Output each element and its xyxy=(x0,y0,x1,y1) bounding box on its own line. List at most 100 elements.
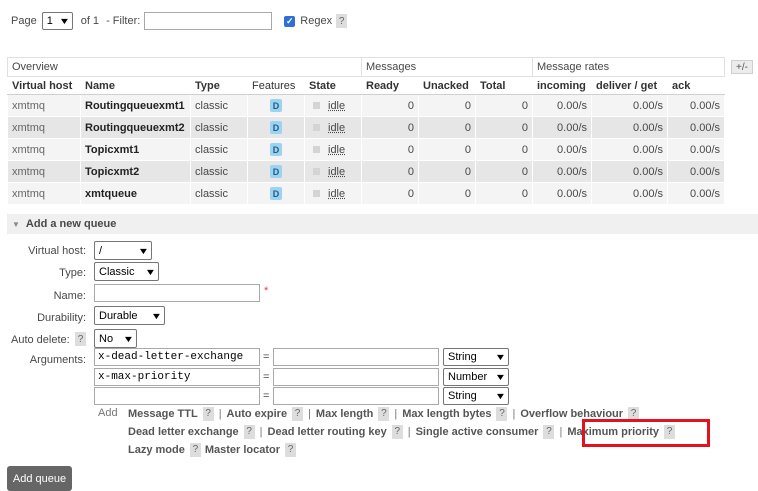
queue-name-link[interactable]: Routingqueuexmt2 xyxy=(80,116,191,139)
argument-key-input[interactable] xyxy=(94,387,260,405)
arg-link-message-ttl[interactable]: Message TTL xyxy=(128,405,198,423)
add-queue-section-header[interactable]: ▼ Add a new queue xyxy=(7,214,758,234)
col-total[interactable]: Total xyxy=(475,76,533,95)
table-row[interactable]: xmtmq Topicxmt2 classic D idle 0 0 0 0.0… xyxy=(7,160,725,183)
separator: | xyxy=(512,408,516,420)
arg-link-lazy-mode[interactable]: Lazy mode xyxy=(128,441,185,459)
cell-total: 0 xyxy=(475,160,533,183)
group-overview: Overview xyxy=(7,57,362,77)
table-row[interactable]: xmtmq xmtqueue classic D idle 0 0 0 0.00… xyxy=(7,182,725,205)
max-length-bytes-help-icon[interactable]: ? xyxy=(496,407,508,421)
cell-state: idle xyxy=(304,160,362,183)
col-ack[interactable]: ack xyxy=(667,76,725,95)
col-name[interactable]: Name xyxy=(80,76,191,95)
arg-link-single-active-consumer[interactable]: Single active consumer xyxy=(416,423,539,441)
col-ready[interactable]: Ready xyxy=(361,76,419,95)
page-select-value: 1 xyxy=(46,15,53,27)
state-indicator-icon xyxy=(313,146,320,154)
virtual-host-select[interactable]: / ▼ xyxy=(94,241,152,260)
dead-letter-exchange-help-icon[interactable]: ? xyxy=(243,425,255,439)
cell-vhost: xmtmq xyxy=(7,94,81,117)
cell-total: 0 xyxy=(475,94,533,117)
page-count: of 1 xyxy=(80,15,100,27)
argument-type-select[interactable]: Number ▼ xyxy=(443,368,509,386)
column-toggle-button[interactable]: +/- xyxy=(731,60,753,74)
arg-link-auto-expire[interactable]: Auto expire xyxy=(227,405,288,423)
cell-unacked: 0 xyxy=(418,116,476,139)
group-messages: Messages xyxy=(361,57,533,77)
dead-letter-routing-key-help-icon[interactable]: ? xyxy=(391,425,403,439)
auto-expire-help-icon[interactable]: ? xyxy=(292,407,304,421)
type-label: Type: xyxy=(59,267,86,279)
cell-ack: 0.00/s xyxy=(667,94,725,117)
queue-name-link[interactable]: Topicxmt2 xyxy=(80,160,191,183)
queue-name-input[interactable] xyxy=(94,284,260,302)
cell-state: idle xyxy=(304,138,362,161)
durable-badge: D xyxy=(270,121,282,134)
argument-value-input[interactable] xyxy=(273,368,439,386)
max-length-help-icon[interactable]: ? xyxy=(378,407,390,421)
queue-name-link[interactable]: Topicxmt1 xyxy=(80,138,191,161)
arg-link-dead-letter-exchange[interactable]: Dead letter exchange xyxy=(128,423,239,441)
arg-link-max-length[interactable]: Max length xyxy=(316,405,373,423)
virtual-host-value: / xyxy=(99,244,103,257)
argument-key-input[interactable]: x-max-priority xyxy=(94,368,260,386)
cell-vhost: xmtmq xyxy=(7,160,81,183)
auto-delete-help-icon[interactable]: ? xyxy=(75,332,86,346)
name-label: Name: xyxy=(53,290,86,302)
cell-vhost: xmtmq xyxy=(7,116,81,139)
page-select[interactable]: 1 ▼ xyxy=(41,12,73,30)
state-indicator-icon xyxy=(313,124,320,132)
chevron-down-icon: ▼ xyxy=(122,333,135,344)
lazy-mode-help-icon[interactable]: ? xyxy=(189,443,201,457)
cell-deliver-get: 0.00/s xyxy=(591,116,668,139)
master-locator-help-icon[interactable]: ? xyxy=(285,443,297,457)
col-features[interactable]: Features xyxy=(247,76,305,95)
separator: | xyxy=(308,408,311,420)
argument-key-input[interactable]: x-dead-letter-exchange xyxy=(94,348,260,366)
queue-name-link[interactable]: Routingqueuexmt1 xyxy=(80,94,191,117)
regex-checkbox[interactable]: ✓ xyxy=(284,15,296,27)
table-row[interactable]: xmtmq Routingqueuexmt1 classic D idle 0 … xyxy=(7,94,725,117)
table-row[interactable]: xmtmq Routingqueuexmt2 classic D idle 0 … xyxy=(7,116,725,139)
cell-features: D xyxy=(247,160,305,183)
chevron-down-icon: ▼ xyxy=(58,16,71,26)
table-row[interactable]: xmtmq Topicxmt1 classic D idle 0 0 0 0.0… xyxy=(7,138,725,161)
col-type[interactable]: Type xyxy=(190,76,248,95)
cell-deliver-get: 0.00/s xyxy=(591,138,668,161)
cell-incoming: 0.00/s xyxy=(532,160,592,183)
argument-value-input[interactable] xyxy=(273,348,439,366)
cell-ready: 0 xyxy=(361,160,419,183)
equals-sign: = xyxy=(263,371,270,383)
argument-value-input[interactable] xyxy=(273,387,439,405)
add-queue-button[interactable]: Add queue xyxy=(7,466,72,491)
col-virtual-host[interactable]: Virtual host xyxy=(7,76,81,95)
arg-link-dead-letter-routing-key[interactable]: Dead letter routing key xyxy=(268,423,387,441)
separator: | xyxy=(407,426,411,438)
arg-link-master-locator[interactable]: Master locator xyxy=(205,441,280,459)
durability-select[interactable]: Durable ▼ xyxy=(94,306,165,325)
auto-delete-label: Auto delete: xyxy=(11,334,70,346)
state-label: idle xyxy=(328,121,346,134)
arg-link-max-length-bytes[interactable]: Max length bytes xyxy=(402,405,491,423)
durability-value: Durable xyxy=(99,309,138,322)
col-deliver-get[interactable]: deliver / get xyxy=(591,76,668,95)
col-state[interactable]: State xyxy=(304,76,362,95)
col-incoming[interactable]: incoming xyxy=(532,76,592,95)
queue-type-select[interactable]: Classic ▼ xyxy=(94,262,159,281)
durable-badge: D xyxy=(270,165,282,178)
add-argument-label: Add xyxy=(98,407,118,419)
argument-type-select[interactable]: String ▼ xyxy=(443,348,509,366)
queue-name-link[interactable]: xmtqueue xyxy=(80,182,191,205)
durability-label: Durability: xyxy=(37,312,86,324)
filter-input[interactable] xyxy=(144,12,273,30)
single-active-consumer-help-icon[interactable]: ? xyxy=(543,425,555,439)
col-unacked[interactable]: Unacked xyxy=(418,76,476,95)
argument-type-select[interactable]: String ▼ xyxy=(443,387,509,405)
cell-total: 0 xyxy=(475,138,533,161)
auto-delete-select[interactable]: No ▼ xyxy=(94,329,137,348)
regex-help-icon[interactable]: ? xyxy=(336,14,348,28)
maximum-priority-highlight-box xyxy=(582,419,710,447)
cell-incoming: 0.00/s xyxy=(532,138,592,161)
message-ttl-help-icon[interactable]: ? xyxy=(202,407,214,421)
